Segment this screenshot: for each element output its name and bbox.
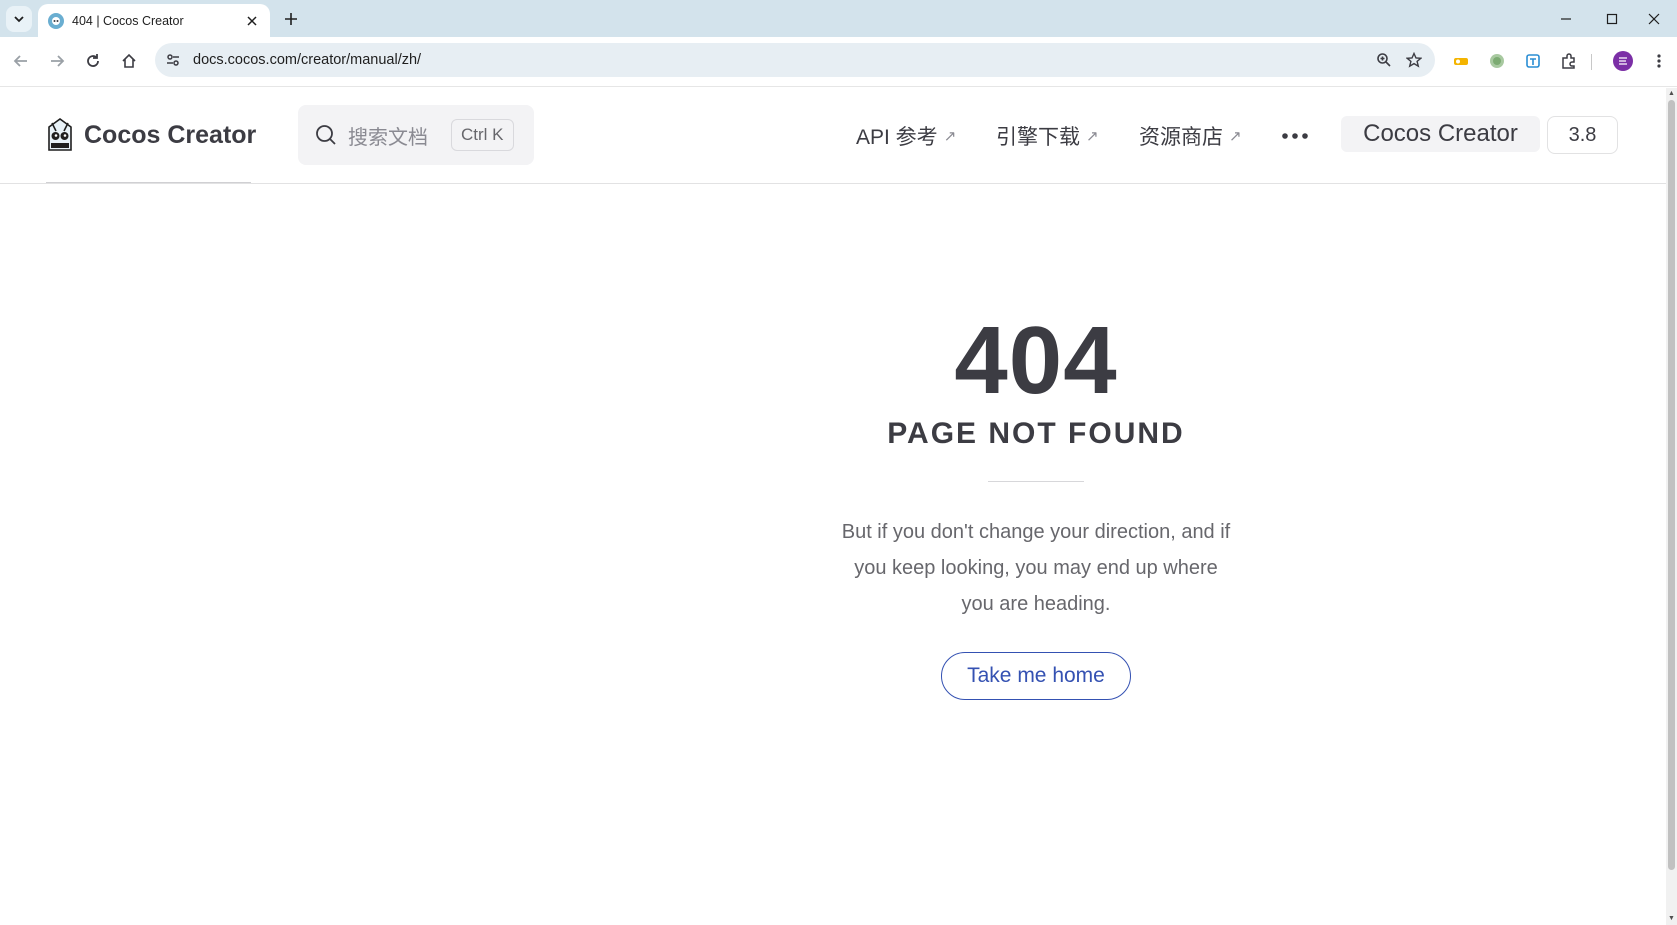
external-link-icon: ↗ xyxy=(1086,128,1099,145)
external-link-icon: ↗ xyxy=(943,128,957,145)
url-text[interactable]: docs.cocos.com/creator/manual/zh/ xyxy=(193,52,1369,68)
external-link-icon: ↗ xyxy=(1229,128,1242,145)
extension-translate-icon[interactable] xyxy=(1519,47,1547,75)
search-shortcut-badge: Ctrl K xyxy=(451,119,514,151)
more-menu-button[interactable] xyxy=(1278,124,1312,148)
logo-divider xyxy=(46,182,251,183)
extension-keys-icon[interactable] xyxy=(1447,47,1475,75)
browser-titlebar: 404 | Cocos Creator xyxy=(0,0,1677,37)
nav-link-label: API 参考 xyxy=(856,126,938,149)
site-title: Cocos Creator xyxy=(84,120,257,149)
menu-kebab-icon[interactable] xyxy=(1645,47,1673,75)
not-found-panel: 404 PAGE NOT FOUND But if you don't chan… xyxy=(836,313,1236,700)
bookmark-star-icon[interactable] xyxy=(1399,45,1429,75)
browser-tab-active[interactable]: 404 | Cocos Creator xyxy=(38,4,270,37)
toolbar-separator xyxy=(1591,54,1592,70)
home-icon xyxy=(122,53,136,68)
minimize-button[interactable] xyxy=(1543,0,1589,37)
reload-icon xyxy=(87,54,99,67)
arrow-right-icon xyxy=(51,55,65,67)
extensions-puzzle-icon[interactable] xyxy=(1555,47,1583,75)
search-icon xyxy=(316,125,336,145)
version-selector[interactable]: 3.8 xyxy=(1547,116,1618,154)
new-tab-button[interactable] xyxy=(278,8,304,30)
page-scrollbar[interactable]: ▲ ▼ xyxy=(1666,88,1677,925)
arrow-left-icon xyxy=(13,55,27,67)
divider xyxy=(988,481,1084,482)
nav-link-engine-download[interactable]: 引擎下载 ↗ xyxy=(996,121,1099,151)
forward-button[interactable] xyxy=(42,46,72,76)
product-selector[interactable]: Cocos Creator xyxy=(1341,116,1540,152)
error-title: PAGE NOT FOUND xyxy=(887,417,1185,450)
scroll-up-arrow-icon[interactable]: ▲ xyxy=(1667,89,1676,98)
site-info-icon[interactable] xyxy=(159,46,187,74)
maximize-button[interactable] xyxy=(1589,0,1635,37)
close-icon xyxy=(1648,13,1660,24)
tab-title: 404 | Cocos Creator xyxy=(72,13,184,28)
reload-button[interactable] xyxy=(78,46,108,76)
error-code: 404 xyxy=(954,307,1118,414)
nav-link-asset-store[interactable]: 资源商店 ↗ xyxy=(1139,121,1242,151)
more-horizontal-icon xyxy=(1282,133,1308,139)
back-button[interactable] xyxy=(6,46,36,76)
nav-link-label: 资源商店 xyxy=(1139,126,1223,149)
tab-close-icon[interactable] xyxy=(242,11,262,31)
chevron-down-icon xyxy=(14,16,24,23)
tab-search-button[interactable] xyxy=(6,6,32,32)
zoom-icon[interactable] xyxy=(1369,45,1399,75)
profile-avatar[interactable] xyxy=(1609,47,1637,75)
nav-link-api[interactable]: API 参考 ↗ xyxy=(856,121,956,151)
browser-toolbar: docs.cocos.com/creator/manual/zh/ xyxy=(0,37,1677,87)
plus-icon xyxy=(285,13,297,25)
site-logo-link[interactable]: Cocos Creator xyxy=(46,117,256,153)
minimize-icon xyxy=(1561,17,1571,20)
nav-link-label: 引擎下载 xyxy=(996,126,1080,149)
search-placeholder: 搜索文档 xyxy=(348,126,428,149)
page-viewport: Cocos Creator 搜索文档 Ctrl K API 参考 ↗ 引擎下载 … xyxy=(0,88,1666,925)
address-bar[interactable]: docs.cocos.com/creator/manual/zh/ xyxy=(155,43,1435,77)
cocos-logo-icon xyxy=(48,118,72,151)
extension-circle-icon[interactable] xyxy=(1483,47,1511,75)
maximize-icon xyxy=(1606,13,1618,24)
take-me-home-button[interactable]: Take me home xyxy=(941,652,1131,700)
error-quote: But if you don't change your direction, … xyxy=(841,521,1231,615)
home-button[interactable] xyxy=(114,46,144,76)
cocos-favicon-icon xyxy=(48,12,64,29)
scrollbar-thumb[interactable] xyxy=(1668,100,1675,870)
scroll-down-arrow-icon[interactable]: ▼ xyxy=(1667,914,1676,923)
site-header: Cocos Creator 搜索文档 Ctrl K API 参考 ↗ 引擎下载 … xyxy=(0,88,1666,184)
doc-search-button[interactable]: 搜索文档 Ctrl K xyxy=(298,105,534,165)
window-close-button[interactable] xyxy=(1631,0,1677,37)
